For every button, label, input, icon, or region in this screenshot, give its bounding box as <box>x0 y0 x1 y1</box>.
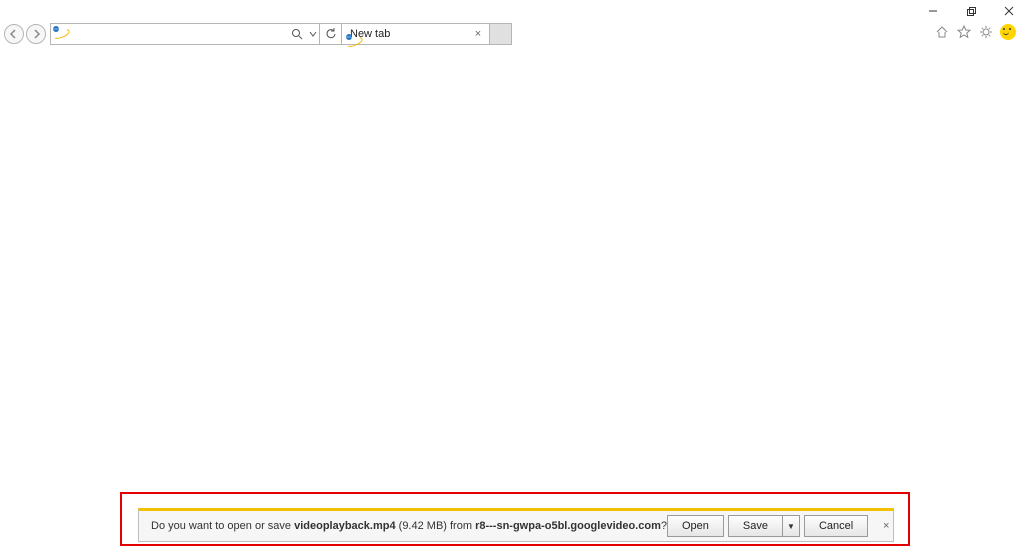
back-button[interactable] <box>4 24 24 44</box>
download-host: r8---sn-gwpa-o5bl.googlevideo.com <box>475 520 661 532</box>
download-close-button[interactable]: × <box>876 516 896 536</box>
download-actions: Open Save ▼ Cancel × <box>667 515 896 537</box>
refresh-button[interactable] <box>320 23 342 45</box>
open-button[interactable]: Open <box>667 515 724 537</box>
address-input[interactable] <box>51 24 287 44</box>
command-bar <box>934 24 1016 40</box>
home-icon[interactable] <box>934 24 950 40</box>
address-dropdown-icon[interactable] <box>307 24 319 44</box>
minimize-button[interactable] <box>926 4 940 18</box>
save-button[interactable]: Save <box>728 515 782 537</box>
tab-close-button[interactable]: × <box>471 28 485 40</box>
download-prompt-text: Do you want to open or save videoplaybac… <box>151 520 667 532</box>
window-close-button[interactable] <box>1002 4 1016 18</box>
maximize-button[interactable] <box>964 4 978 18</box>
new-tab-button[interactable] <box>490 23 512 45</box>
annotation-highlight: Do you want to open or save videoplaybac… <box>120 492 910 546</box>
feedback-icon[interactable] <box>1000 24 1016 40</box>
toolbar: New tab × <box>0 22 1024 46</box>
window-controls <box>926 4 1016 18</box>
favorites-icon[interactable] <box>956 24 972 40</box>
tools-icon[interactable] <box>978 24 994 40</box>
address-controls <box>287 24 319 44</box>
save-dropdown-button[interactable]: ▼ <box>782 515 800 537</box>
forward-button[interactable] <box>26 24 46 44</box>
address-bar[interactable] <box>50 23 320 45</box>
tab-title: New tab <box>350 28 467 40</box>
tab-new-tab[interactable]: New tab × <box>342 23 490 45</box>
ie-logo-icon <box>53 26 69 42</box>
search-icon[interactable] <box>287 24 307 44</box>
download-notification-bar: Do you want to open or save videoplaybac… <box>138 508 894 542</box>
cancel-button[interactable]: Cancel <box>804 515 868 537</box>
download-filename: videoplayback.mp4 <box>294 520 396 532</box>
